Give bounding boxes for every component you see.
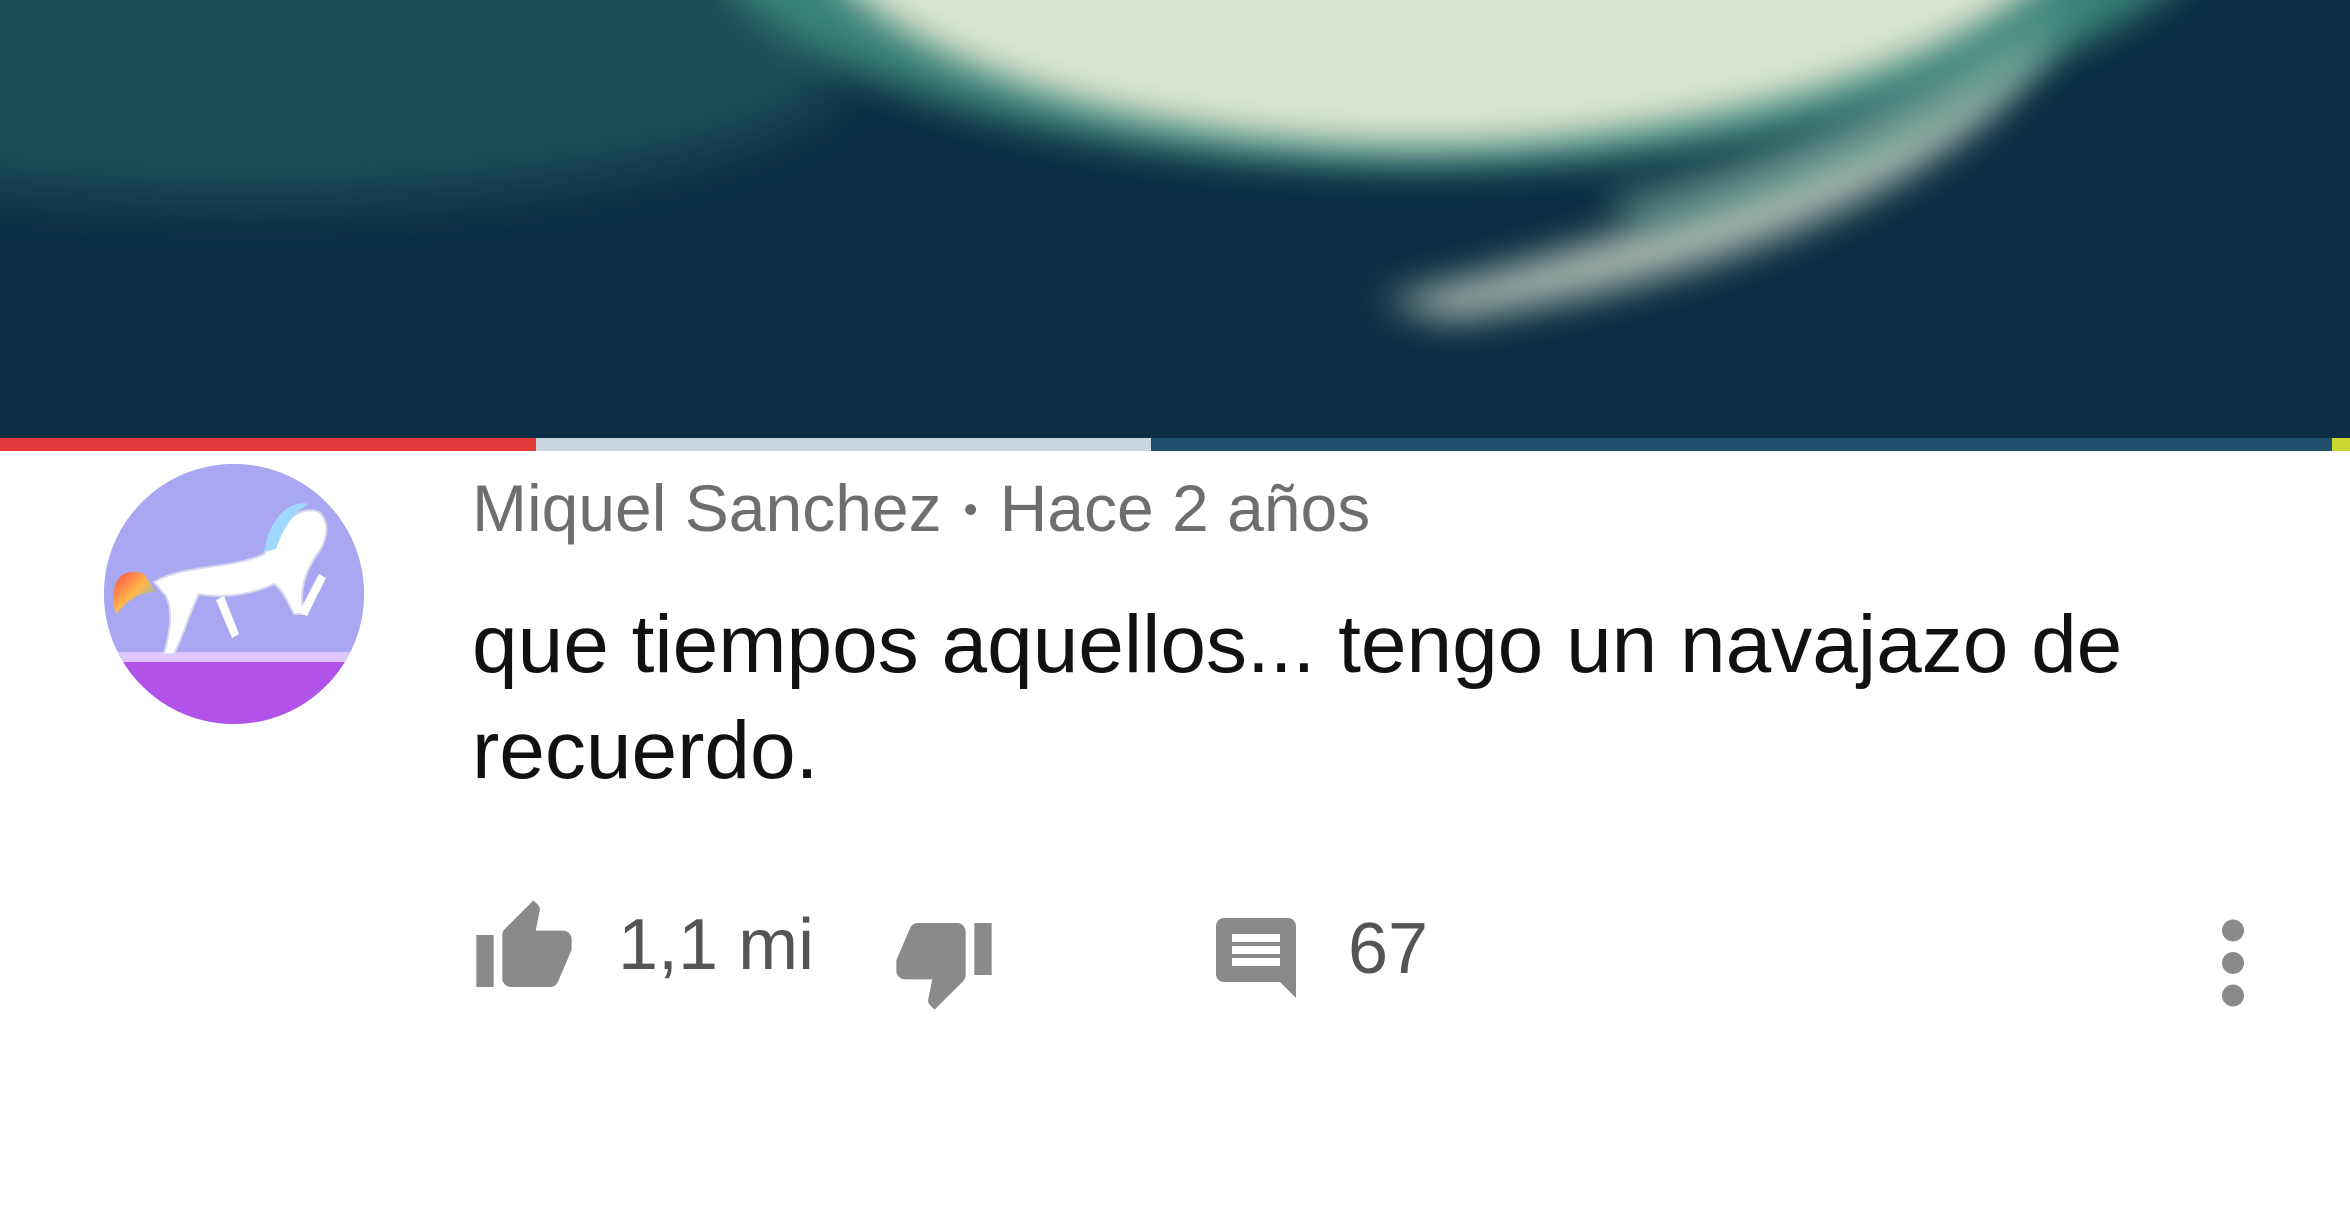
avatar[interactable] — [104, 464, 364, 724]
thumbs-up-icon[interactable] — [472, 896, 576, 1000]
progress-buffered — [535, 438, 1152, 451]
white-horse-avatar — [104, 464, 364, 724]
thumbs-down-icon[interactable] — [892, 910, 996, 1014]
like-count: 1,1 mi — [618, 905, 815, 985]
comment-icon[interactable] — [1208, 910, 1304, 1006]
reply-count: 67 — [1348, 909, 1429, 989]
video-progress-bar[interactable] — [0, 438, 2350, 451]
comment-actions: 1,1 mi 67 — [0, 880, 2350, 1020]
progress-played — [0, 438, 536, 451]
meta-separator: • — [963, 488, 978, 532]
comment-meta: Miquel Sanchez • Hace 2 años — [472, 468, 1370, 550]
more-vertical-icon[interactable] — [2208, 918, 2258, 1008]
video-player[interactable] — [0, 0, 2350, 438]
comment-text: que tiempos aquellos... tengo un navajaz… — [472, 599, 2123, 796]
progress-end-marker — [2332, 438, 2350, 451]
swirl-thumbnail — [0, 0, 2350, 438]
comment-author[interactable]: Miquel Sanchez — [472, 471, 942, 545]
comment-timestamp: Hace 2 años — [999, 471, 1371, 545]
